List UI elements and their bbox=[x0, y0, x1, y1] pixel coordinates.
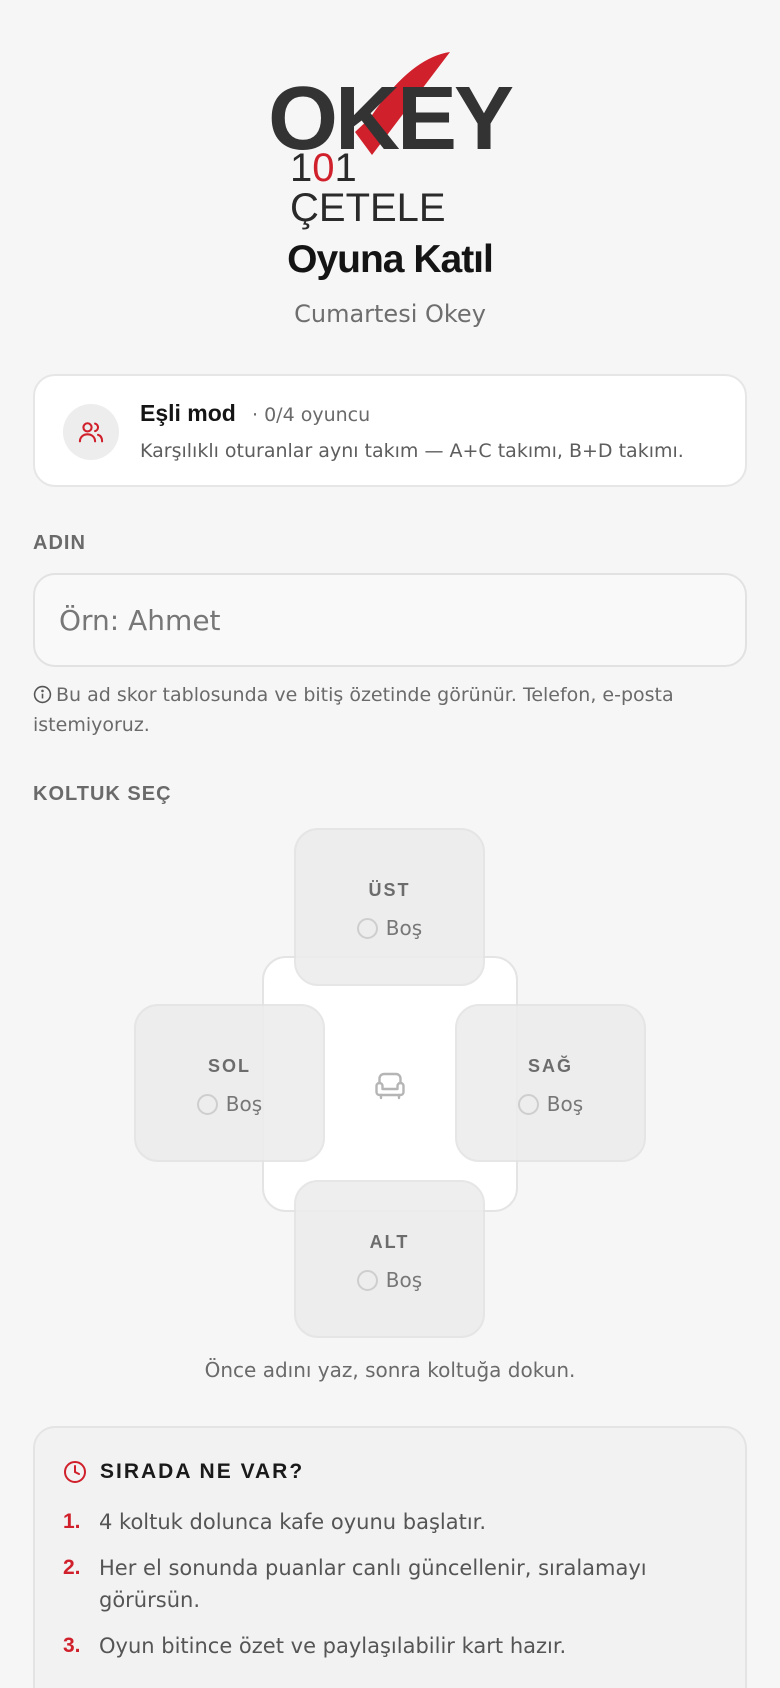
step-item: 2. Her el sonunda puanlar canlı güncelle… bbox=[63, 1552, 723, 1616]
seat-right-label: SAĞ bbox=[527, 1056, 573, 1076]
clock-icon bbox=[64, 1461, 86, 1483]
mode-description: Karşılıklı oturanlar aynı takım — A+C ta… bbox=[140, 440, 684, 462]
name-label: ADIN bbox=[33, 532, 86, 554]
seat-right-status: Boş bbox=[546, 1092, 584, 1116]
next-steps-title: SIRADA NE VAR? bbox=[100, 1460, 305, 1483]
step-item: 1. 4 koltuk dolunca kafe oyunu başlatır. bbox=[63, 1506, 723, 1538]
step-item: 3. Oyun bitince özet ve paylaşılabilir k… bbox=[63, 1630, 723, 1662]
seat-bottom-radio[interactable] bbox=[356, 1270, 378, 1291]
page-title: Oyuna Katıl bbox=[287, 238, 494, 281]
step-text: 4 koltuk dolunca kafe oyunu başlatır. bbox=[99, 1510, 487, 1534]
name-input[interactable] bbox=[33, 573, 747, 667]
mode-card: Eşli mod · 0/4 oyuncu Karşılıklı oturanl… bbox=[33, 374, 747, 487]
seat-top[interactable]: ÜST Boş bbox=[294, 828, 485, 986]
mode-title: Eşli mod bbox=[140, 400, 236, 426]
seat-left-radio[interactable] bbox=[196, 1094, 218, 1115]
seat-bottom-status: Boş bbox=[385, 1268, 423, 1292]
page-subtitle: Cumartesi Okey bbox=[294, 300, 486, 328]
name-hint: Bu ad skor tablosunda ve bitiş özetinde … bbox=[33, 684, 674, 736]
step-number: 3. bbox=[63, 1634, 81, 1657]
player-count: · 0/4 oyuncu bbox=[252, 404, 371, 426]
logo-subtitle: 101 ÇETELE bbox=[290, 146, 446, 230]
seat-left-label: SOL bbox=[207, 1056, 251, 1076]
seat-label: KOLTUK SEÇ bbox=[33, 783, 172, 805]
next-steps-card: SIRADA NE VAR? 1. 4 koltuk dolunca kafe … bbox=[33, 1426, 747, 1688]
seat-top-radio[interactable] bbox=[356, 918, 378, 939]
seat-bottom-label: ALT bbox=[369, 1232, 410, 1252]
step-number: 1. bbox=[63, 1510, 81, 1533]
brand-logo: OKEY 101 ÇETELE bbox=[260, 40, 520, 228]
users-icon bbox=[63, 404, 119, 460]
seat-right-radio[interactable] bbox=[517, 1094, 539, 1115]
seat-top-label: ÜST bbox=[368, 880, 411, 900]
seat-left[interactable]: SOL Boş bbox=[134, 1004, 325, 1162]
info-icon bbox=[33, 685, 52, 704]
seat-bottom[interactable]: ALT Boş bbox=[294, 1180, 485, 1338]
step-text: Her el sonunda puanlar canlı güncellenir… bbox=[99, 1556, 647, 1612]
armchair-icon bbox=[375, 1072, 405, 1100]
step-number: 2. bbox=[63, 1556, 81, 1579]
seat-left-status: Boş bbox=[225, 1092, 263, 1116]
seat-top-status: Boş bbox=[385, 916, 423, 940]
seat-right[interactable]: SAĞ Boş bbox=[455, 1004, 646, 1162]
seat-hint: Önce adını yaz, sonra koltuğa dokun. bbox=[204, 1358, 576, 1382]
step-text: Oyun bitince özet ve paylaşılabilir kart… bbox=[99, 1634, 567, 1658]
